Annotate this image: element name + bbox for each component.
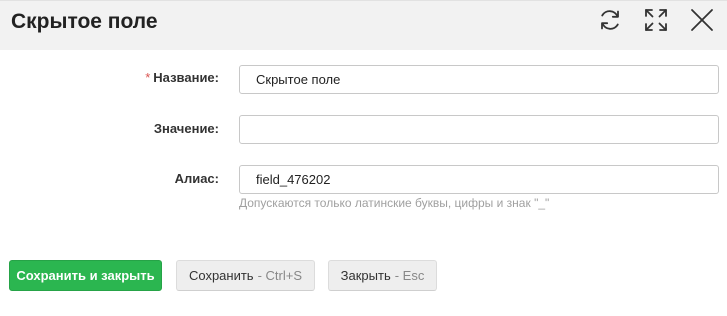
value-input[interactable] (239, 115, 719, 144)
refresh-button[interactable] (596, 6, 624, 34)
alias-label: Алиас: (174, 171, 219, 186)
name-input[interactable] (239, 65, 719, 94)
expand-icon (645, 9, 667, 31)
close-dialog-button[interactable] (688, 6, 716, 34)
hidden-field-dialog: Скрытое поле * Название: Скрытое поле Зн… (0, 0, 727, 316)
dialog-title: Скрытое поле (11, 10, 158, 33)
name-label: * Название: (145, 70, 219, 85)
alias-hint: Допускаются только латинские буквы, цифр… (239, 196, 550, 210)
save-button[interactable]: Сохранить - Ctrl+S (176, 260, 315, 291)
close-icon (691, 9, 713, 31)
dialog-header: Скрытое поле (0, 0, 727, 50)
save-and-close-button[interactable]: Сохранить и закрыть (9, 260, 162, 291)
save-shortcut: - Ctrl+S (257, 268, 303, 283)
expand-button[interactable] (642, 6, 670, 34)
close-shortcut: - Esc (394, 268, 425, 283)
alias-input[interactable] (239, 165, 719, 194)
required-mark: * (145, 70, 151, 85)
close-label: Закрыть (340, 268, 391, 283)
value-label: Значение: (153, 121, 219, 136)
close-button[interactable]: Закрыть - Esc (328, 260, 437, 291)
refresh-icon (601, 10, 619, 30)
name-label-text: Название: (153, 70, 219, 85)
save-and-close-label: Сохранить и закрыть (16, 268, 155, 283)
save-label: Сохранить (188, 268, 254, 283)
